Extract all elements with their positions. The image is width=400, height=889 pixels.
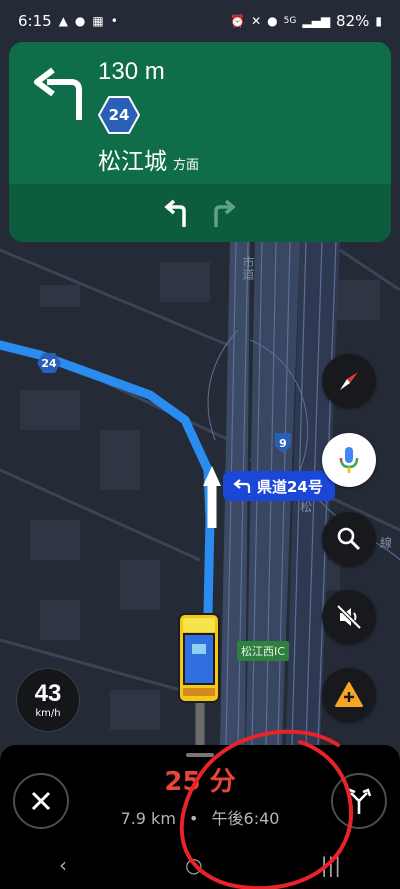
route-fork-icon [346,788,372,814]
status-time: 6:15 [18,12,52,30]
back-icon[interactable]: ‹ [59,853,67,877]
location-icon: ● [267,14,278,28]
speedometer: 43 km/h [16,668,80,732]
maneuver-distance: 130 m [98,58,165,85]
report-incident-button[interactable] [322,668,376,722]
map-route-shield-24: 24 [36,352,62,374]
status-bar: 6:15 ▲ ● ▦ • ⏰ ✕ ● 5G ▂▄▆ 82% ▮ [0,0,400,42]
battery-icon: ▮ [375,14,382,28]
turn-left-small-icon [233,479,251,493]
vehicle-icon [178,613,220,703]
turn-left-icon [34,67,82,120]
destination-suffix: 方面 [173,158,200,173]
trip-summary-panel[interactable]: 25 分 7.9 km • 午後6:40 ‹ ○ ||| [0,745,400,889]
mute-audio-button[interactable] [322,590,376,644]
navigation-arrow-icon: ▲ [58,14,68,28]
voice-search-button[interactable] [322,433,376,487]
map-route-shield-9: 9 [272,432,294,454]
line-app-icon: ● [74,14,86,28]
calendar-icon: ▦ [92,14,104,28]
lane-guidance [9,184,391,242]
recents-icon[interactable]: ||| [321,853,341,877]
lane-right-arrow-icon [214,199,236,227]
alternate-routes-button[interactable] [331,773,387,829]
road-label-side2: 線 [380,536,393,550]
network-label: 5G [283,16,297,26]
signal-icon: ▂▄▆ [302,14,331,28]
instruction-header: 130 m 24 松江城 方面 [9,42,391,184]
next-street-name: 県道24号 [257,477,323,496]
compass-icon [340,372,358,390]
speed-unit: km/h [35,707,61,719]
next-street-label: 県道24号 [223,471,335,501]
add-warning-icon [335,682,363,707]
map-shield-number: 24 [41,356,57,370]
road-label-vertical: 市道 [241,256,255,280]
system-navigation-bar: ‹ ○ ||| [0,843,400,887]
search-icon [337,527,361,551]
dot-icon: • [110,14,118,28]
interchange-label: 松江西IC [237,641,289,661]
speaker-muted-icon [336,604,362,630]
destination: 松江城 方面 [98,142,199,176]
destination-name: 松江城 [98,149,167,175]
search-button[interactable] [322,512,376,566]
route-shield: 24 [97,94,141,136]
separator: • [189,809,199,828]
drag-handle[interactable] [186,753,214,757]
speed-value: 43 [34,679,62,707]
battery-level: 82% [336,12,370,30]
arrival-time: 午後6:40 [211,809,280,828]
trip-distance: 7.9 km [120,809,176,828]
microphone-icon [339,447,359,473]
lane-left-arrow-icon [164,199,186,227]
route-number: 24 [108,106,130,124]
navigation-instruction-card[interactable]: 130 m 24 松江城 方面 [9,42,391,242]
map-shield-number: 9 [279,436,287,450]
mute-icon: ✕ [251,14,262,28]
compass-button[interactable] [322,354,376,408]
home-icon[interactable]: ○ [185,853,202,877]
alarm-icon: ⏰ [230,14,246,28]
